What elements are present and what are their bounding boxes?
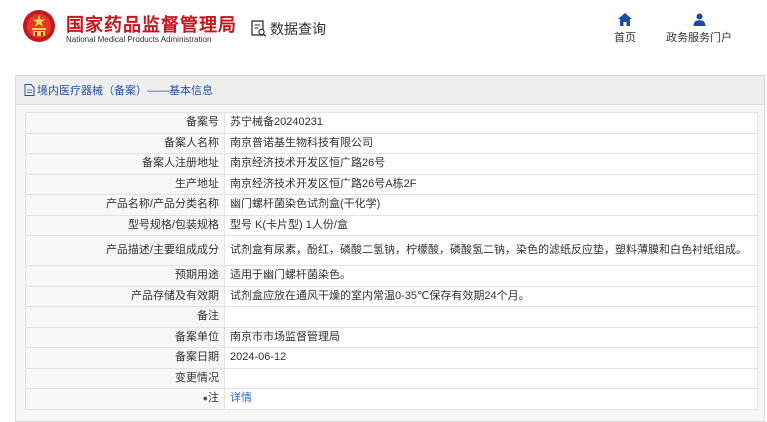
table-row: 备案日期 2024-06-12	[25, 347, 758, 369]
site-header: 国家药品监督管理局 National Medical Products Admi…	[0, 0, 767, 66]
field-label: 备案号	[25, 112, 225, 134]
table-row: 备案单位 南京市市场监督管理局	[25, 326, 758, 348]
table-row: 备案号 苏宁械备20240231	[25, 112, 758, 134]
info-table: 备案号 苏宁械备20240231 备案人名称 南京普诺基生物科技有限公司 备案人注册…	[25, 112, 758, 410]
field-label: 预期用途	[25, 265, 225, 287]
table-row: 预期用途 适用于幽门螺杆菌染色。	[25, 265, 758, 287]
field-value: 苏宁械备20240231	[224, 112, 758, 134]
table-row: 变更情况	[25, 367, 758, 389]
table-row: 产品描述/主要组成成分 试剂盒有尿素，酚红，磷酸二氢钠，柠檬酸，磷酸氢二钠，染色的…	[25, 235, 758, 266]
field-value: 试剂盒应放在通风干燥的室内常温0-35℃保存有效期24个月。	[224, 285, 758, 307]
details-link[interactable]: 详情	[230, 392, 252, 404]
field-value	[224, 367, 758, 389]
field-label: 备案日期	[25, 347, 225, 369]
data-query-link[interactable]: 数据查询	[251, 19, 326, 39]
table-row: 型号规格/包装规格 型号 K(卡片型) 1人份/盒	[25, 214, 758, 236]
field-value: 幽门螺杆菌染色试剂盒(干化学)	[224, 194, 758, 216]
table-row: 备案人名称 南京普诺基生物科技有限公司	[25, 132, 758, 154]
breadcrumb-text[interactable]: 境内医疗器械（备案）——基本信息	[37, 82, 213, 98]
field-value: 南京经济技术开发区恒广路26号A栋2F	[224, 173, 758, 195]
nav-gov-label: 政务服务门户	[666, 32, 732, 44]
field-label-note: ●注	[25, 388, 225, 410]
field-value: 南京普诺基生物科技有限公司	[224, 132, 758, 154]
field-label: 备案人注册地址	[25, 153, 225, 175]
document-icon	[24, 84, 35, 96]
field-label: 备案人名称	[25, 132, 225, 154]
field-value: 型号 K(卡片型) 1人份/盒	[224, 214, 758, 236]
field-value: 南京经济技术开发区恒广路26号	[224, 153, 758, 175]
nav-home-label: 首页	[614, 32, 636, 44]
site-title-en: National Medical Products Administration	[66, 35, 212, 44]
nav-home[interactable]: 首页	[614, 13, 636, 45]
table-row: ●注 详情	[25, 388, 758, 410]
field-value: 2024-06-12	[224, 347, 758, 369]
table-row: 备注	[25, 306, 758, 328]
field-label: 型号规格/包装规格	[25, 214, 225, 236]
field-label: 产品名称/产品分类名称	[25, 194, 225, 216]
data-query-label: 数据查询	[270, 21, 326, 37]
field-value: 详情	[224, 388, 758, 410]
breadcrumb: 境内医疗器械（备案）——基本信息	[16, 76, 764, 105]
field-label: 生产地址	[25, 173, 225, 195]
site-title-cn: 国家药品监督管理局	[66, 15, 237, 35]
table-row: 产品名称/产品分类名称 幽门螺杆菌染色试剂盒(干化学)	[25, 194, 758, 216]
user-icon	[693, 13, 705, 26]
field-value: 适用于幽门螺杆菌染色。	[224, 265, 758, 287]
field-label: 备案单位	[25, 326, 225, 348]
nav-government-services[interactable]: 政务服务门户	[666, 13, 732, 45]
field-value: 南京市市场监督管理局	[224, 326, 758, 348]
field-value: 试剂盒有尿素，酚红，磷酸二氢钠，柠檬酸，磷酸氢二钠，染色的滤纸反应垫，塑料薄膜和…	[224, 235, 758, 266]
note-label: 注	[208, 392, 219, 405]
search-document-icon	[251, 20, 267, 37]
field-label: 产品存储及有效期	[25, 285, 225, 307]
national-emblem-icon	[23, 10, 55, 42]
table-row: 产品存储及有效期 试剂盒应放在通风干燥的室内常温0-35℃保存有效期24个月。	[25, 285, 758, 307]
field-label: 变更情况	[25, 367, 225, 389]
field-label: 产品描述/主要组成成分	[25, 235, 225, 266]
field-label: 备注	[25, 306, 225, 328]
table-row: 生产地址 南京经济技术开发区恒广路26号A栋2F	[25, 173, 758, 195]
table-row: 备案人注册地址 南京经济技术开发区恒广路26号	[25, 153, 758, 175]
field-value	[224, 306, 758, 328]
detail-panel: 境内医疗器械（备案）——基本信息 备案号 苏宁械备20240231 备案人名称 南京…	[15, 75, 765, 422]
home-icon	[618, 13, 632, 26]
